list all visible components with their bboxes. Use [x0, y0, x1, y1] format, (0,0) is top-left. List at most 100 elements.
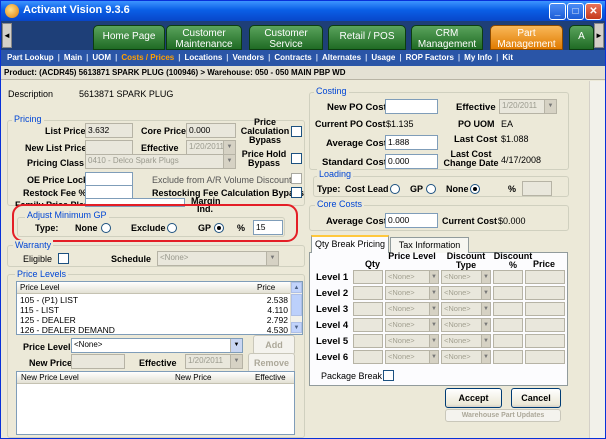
maximize-button[interactable]: □ [567, 3, 584, 20]
qty-price-level-select[interactable]: <None> ▼ [385, 270, 439, 284]
qty-price-level-select[interactable]: <None> ▼ [385, 318, 439, 332]
qty-discount-type-select[interactable]: <None> ▼ [441, 286, 491, 300]
warehouse-part-updates-button[interactable]: Warehouse Part Updates [445, 409, 561, 422]
qty-price-level-select[interactable]: <None> ▼ [385, 334, 439, 348]
price-levels-scrollbar[interactable]: ▲ ▼ [290, 282, 302, 334]
standard-cost-field[interactable]: 0.000 [385, 154, 438, 169]
pricing-class-label: Pricing Class [27, 158, 85, 168]
tab-part-management[interactable]: Part Management [490, 25, 563, 50]
tab-scroll-left-icon[interactable]: ◄ [2, 23, 12, 48]
qty-field[interactable] [353, 302, 383, 316]
nav-my-info[interactable]: My Info [464, 53, 492, 62]
pricing-effective-date[interactable]: 1/20/2011 ▼ [186, 140, 236, 155]
qty-discount-pct-field[interactable] [493, 286, 523, 300]
tab-customer-service[interactable]: Customer Service [249, 25, 323, 50]
qty-discount-type-select[interactable]: <None> ▼ [441, 334, 491, 348]
new-price-effective-date[interactable]: 1/20/2011 ▼ [185, 354, 243, 369]
tab-overflow[interactable]: A [569, 25, 594, 50]
col-new-price[interactable]: New Price [175, 372, 211, 383]
qty-field[interactable] [353, 318, 383, 332]
nav-kit[interactable]: Kit [502, 53, 513, 62]
core-average-cost-field[interactable]: 0.000 [385, 213, 438, 228]
pricing-class-select[interactable]: 0410 - Delco Spark Plugs ▼ [85, 154, 236, 169]
col-price-level[interactable]: Price Level [20, 282, 60, 293]
col-effective[interactable]: Effective [255, 372, 286, 383]
qty-price-field[interactable] [525, 318, 565, 332]
qty-price-field[interactable] [525, 270, 565, 284]
tab-customer-maintenance[interactable]: Customer Maintenance [166, 25, 242, 50]
highlight-annotation [12, 204, 298, 242]
qty-field[interactable] [353, 270, 383, 284]
tab-qty-break-pricing[interactable]: Qty Break Pricing [311, 235, 389, 253]
qty-price-level-select[interactable]: <None> ▼ [385, 350, 439, 364]
nav-vendors[interactable]: Vendors [233, 53, 265, 62]
costing-effective-date[interactable]: 1/20/2011 ▼ [499, 99, 557, 114]
nav-alternates[interactable]: Alternates [322, 53, 361, 62]
qty-price-field[interactable] [525, 302, 565, 316]
nav-usage[interactable]: Usage [371, 53, 395, 62]
new-po-cost-field[interactable] [385, 99, 438, 114]
nav-rop-factors[interactable]: ROP Factors [406, 53, 454, 62]
qty-discount-type-select[interactable]: <None> ▼ [441, 350, 491, 364]
qty-field[interactable] [353, 286, 383, 300]
remove-price-level-button[interactable]: Remove [248, 353, 295, 373]
core-price-label: Core Price [141, 126, 187, 136]
qty-price-field[interactable] [525, 334, 565, 348]
qty-field[interactable] [353, 350, 383, 364]
calc-bypass-checkbox[interactable] [291, 126, 302, 137]
loading-none-radio[interactable] [470, 184, 480, 194]
qty-price-level-select[interactable]: <None> ▼ [385, 286, 439, 300]
core-price-field[interactable]: 0.000 [186, 123, 236, 138]
close-button[interactable]: ✕ [585, 3, 602, 20]
cancel-button[interactable]: Cancel [511, 388, 561, 408]
list-price-field[interactable]: 3.632 [85, 123, 133, 138]
qty-price-level-select[interactable]: <None> ▼ [385, 302, 439, 316]
warranty-schedule-select[interactable]: <None> ▼ [157, 251, 279, 266]
qty-discount-type-select[interactable]: <None> ▼ [441, 318, 491, 332]
nav-contracts[interactable]: Contracts [274, 53, 311, 62]
list-item[interactable]: 126 - DEALER DEMAND 4.530 [20, 325, 288, 335]
qty-discount-type-select[interactable]: <None> ▼ [441, 270, 491, 284]
accept-button[interactable]: Accept [445, 388, 502, 408]
average-cost-field[interactable]: 1.888 [385, 135, 438, 150]
tab-retail-pos[interactable]: Retail / POS [328, 25, 406, 50]
list-item[interactable]: 125 - DEALER 2.792 [20, 315, 288, 325]
qty-discount-pct-field[interactable] [493, 334, 523, 348]
tab-home-page[interactable]: Home Page [93, 25, 165, 50]
price-level-select[interactable]: <None> ▼ [71, 338, 243, 353]
loading-gp-radio[interactable] [426, 184, 436, 194]
nav-costs-prices[interactable]: Costs / Prices [121, 53, 174, 62]
qty-field[interactable] [353, 334, 383, 348]
list-item[interactable]: 105 - (P1) LIST 2.538 [20, 295, 288, 305]
warranty-eligible-checkbox[interactable] [58, 253, 69, 264]
qty-price-field[interactable] [525, 350, 565, 364]
col-new-price-level[interactable]: New Price Level [21, 372, 79, 383]
qty-discount-type-select[interactable]: <None> ▼ [441, 302, 491, 316]
tab-crm-management[interactable]: CRM Management [411, 25, 483, 50]
loading-cost-lead-radio[interactable] [390, 184, 400, 194]
window-scrollbar[interactable] [589, 81, 605, 438]
qty-price-field[interactable] [525, 286, 565, 300]
loading-pct-field[interactable] [522, 181, 552, 196]
price-levels-list[interactable]: Price Level Price 105 - (P1) LIST 2.538 1… [16, 281, 303, 335]
package-break-checkbox[interactable] [383, 370, 394, 381]
new-list-price-field[interactable] [85, 140, 133, 155]
list-item[interactable]: 115 - LIST 4.110 [20, 305, 288, 315]
col-price[interactable]: Price [257, 282, 275, 293]
add-price-level-button[interactable]: Add [253, 335, 295, 355]
new-price-levels-list[interactable]: New Price Level New Price Effective [16, 371, 295, 435]
minimize-button[interactable]: _ [549, 3, 566, 20]
qty-discount-pct-field[interactable] [493, 318, 523, 332]
nav-part-lookup[interactable]: Part Lookup [7, 53, 54, 62]
qty-discount-pct-field[interactable] [493, 270, 523, 284]
restock-bypass-checkbox[interactable] [291, 187, 302, 198]
qty-discount-pct-field[interactable] [493, 350, 523, 364]
qty-discount-pct-field[interactable] [493, 302, 523, 316]
nav-uom[interactable]: UOM [92, 53, 111, 62]
hold-bypass-checkbox[interactable] [291, 153, 302, 164]
tab-scroll-right-icon[interactable]: ► [594, 23, 604, 48]
new-price-field[interactable] [71, 354, 125, 369]
nav-main[interactable]: Main [64, 53, 82, 62]
exclude-ar-checkbox[interactable] [291, 173, 302, 184]
nav-locations[interactable]: Locations [185, 53, 223, 62]
